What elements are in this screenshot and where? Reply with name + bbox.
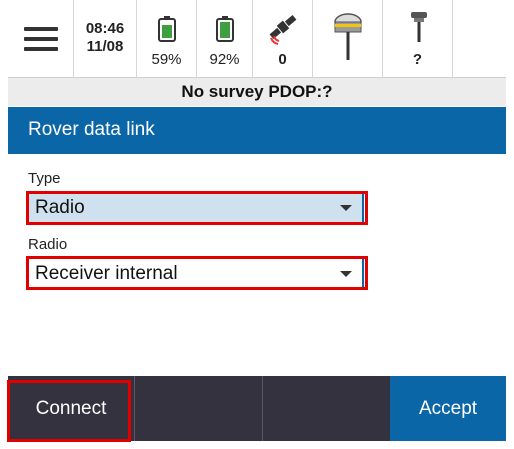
battery-icon bbox=[157, 16, 176, 42]
empty-softkey-2[interactable] bbox=[135, 376, 263, 441]
receiver-pole-status[interactable]: ? bbox=[383, 0, 453, 77]
connect-button[interactable]: Connect bbox=[8, 376, 135, 441]
accept-button[interactable]: Accept bbox=[390, 376, 506, 441]
survey-status: No survey PDOP:? bbox=[8, 78, 506, 106]
status-bar: 08:46 11/08 59% 92% 0 ? bbox=[8, 0, 506, 78]
clock: 08:46 11/08 bbox=[74, 0, 137, 77]
dropdown-arrow-icon bbox=[340, 271, 352, 277]
page-title: Rover data link bbox=[28, 119, 155, 140]
app-frame: 08:46 11/08 59% 92% 0 ? No survey PDOP:?… bbox=[8, 0, 506, 441]
receiver-status[interactable] bbox=[313, 0, 383, 77]
battery-1-percent: 59% bbox=[151, 51, 182, 68]
battery-1[interactable]: 59% bbox=[137, 0, 197, 77]
radio-label: Radio bbox=[28, 236, 68, 253]
receiver-pole-icon bbox=[411, 12, 427, 42]
type-label: Type bbox=[28, 170, 61, 187]
radio-value: Receiver internal bbox=[35, 263, 178, 284]
receiver-pole-text: ? bbox=[412, 51, 423, 68]
gnss-receiver-icon bbox=[334, 13, 362, 60]
date-text: 11/08 bbox=[86, 38, 124, 55]
type-dropdown[interactable]: Radio bbox=[28, 193, 364, 222]
radio-dropdown[interactable]: Receiver internal bbox=[28, 259, 364, 288]
satellite-icon bbox=[269, 15, 297, 45]
satellite-count: 0 bbox=[278, 51, 287, 68]
battery-2-percent: 92% bbox=[209, 51, 240, 68]
bottom-toolbar: Connect Accept bbox=[8, 376, 506, 441]
empty-softkey-3[interactable] bbox=[263, 376, 390, 441]
dropdown-arrow-icon bbox=[340, 205, 352, 211]
menu-button[interactable] bbox=[8, 0, 74, 77]
battery-icon bbox=[215, 16, 234, 42]
satellite-status[interactable]: 0 bbox=[253, 0, 313, 77]
title-bar: Rover data link bbox=[8, 107, 506, 154]
time-text: 08:46 bbox=[85, 20, 125, 37]
battery-2[interactable]: 92% bbox=[197, 0, 253, 77]
type-value: Radio bbox=[35, 197, 85, 218]
